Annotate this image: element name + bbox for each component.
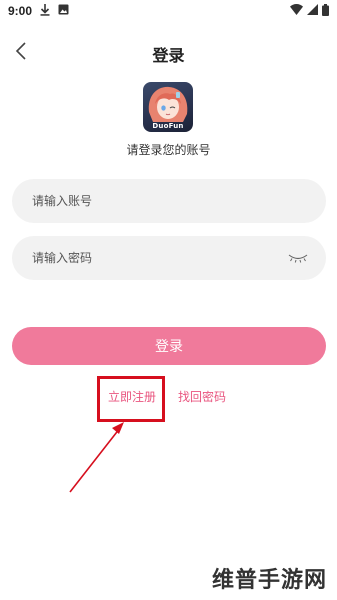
account-input[interactable]: [30, 193, 308, 209]
download-icon: [40, 3, 50, 19]
watermark: 维普手游网: [211, 568, 327, 593]
register-link[interactable]: 立即注册: [108, 388, 156, 405]
image-icon: [58, 4, 69, 18]
status-bar: 9:00: [0, 0, 337, 22]
battery-icon: [322, 3, 329, 19]
signal-icon: [307, 4, 318, 18]
login-subtitle: 请登录您的账号: [126, 143, 211, 157]
app-logo: DuoFun: [143, 82, 193, 132]
login-screen: 9:00 登录 DuoFun 请登录您的账号 请输入账号 登录 立即注册 找回密…: [0, 0, 337, 600]
status-time: 9:00: [8, 4, 33, 18]
logo-text: DuoFun: [152, 122, 184, 130]
wifi-icon: [290, 4, 303, 18]
account-field[interactable]: [12, 179, 326, 223]
password-input[interactable]: [30, 250, 288, 266]
eye-closed-icon[interactable]: [288, 252, 308, 264]
login-button[interactable]: 登录: [12, 327, 326, 365]
page-title: 登录: [152, 46, 185, 65]
password-field[interactable]: [12, 236, 326, 280]
recover-password-link[interactable]: 找回密码: [178, 388, 226, 405]
